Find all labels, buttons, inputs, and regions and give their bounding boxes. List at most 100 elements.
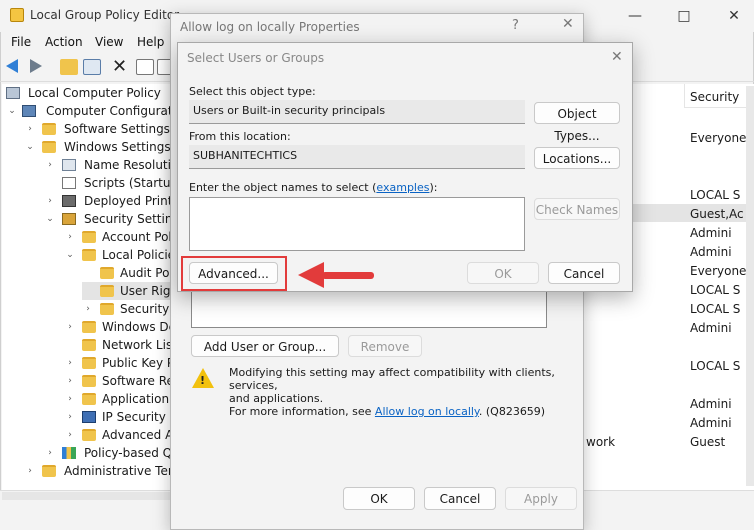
select-ok-button[interactable]: OK — [467, 262, 539, 284]
maximize-icon[interactable]: □ — [674, 6, 694, 26]
tree-item-ip-security[interactable]: › IP Security P — [64, 408, 177, 426]
collapsed-chevron-icon[interactable]: › — [44, 156, 56, 174]
select-cancel-button[interactable]: Cancel — [548, 262, 620, 284]
object-types-button[interactable]: Object Types... — [534, 102, 620, 143]
delete-icon[interactable]: ✕ — [112, 56, 127, 77]
menu-help[interactable]: Help — [137, 35, 164, 49]
allow-log-on-locally-link[interactable]: Allow log on locally — [375, 405, 479, 418]
location-field: SUBHANITECHTICS — [189, 145, 525, 169]
tree-item-audit-policy[interactable]: Audit Poli — [82, 264, 176, 282]
remove-button[interactable]: Remove — [348, 335, 422, 357]
collapsed-chevron-icon[interactable]: › — [64, 408, 76, 426]
menu-action[interactable]: Action — [45, 35, 83, 49]
tree-item-computer-configuration[interactable]: ⌄ Computer Configuratio — [6, 102, 183, 120]
help-icon[interactable]: ? — [512, 18, 519, 33]
folder-icon — [82, 231, 96, 243]
collapsed-chevron-icon[interactable]: › — [44, 444, 56, 462]
setting-value: LOCAL S — [690, 283, 741, 297]
properties-icon[interactable] — [136, 59, 154, 75]
tree-item-windows-defender[interactable]: › Windows De — [64, 318, 176, 336]
tree-item-advanced-audit[interactable]: › Advanced Au — [64, 426, 181, 444]
setting-value: Guest,Ac — [690, 207, 744, 221]
properties-close-icon[interactable]: ✕ — [562, 16, 574, 32]
vertical-scrollbar[interactable] — [746, 86, 754, 486]
folder-icon — [82, 321, 96, 333]
tree-label: Software Res — [102, 374, 181, 388]
object-names-label: Enter the object names to select (exampl… — [189, 181, 437, 194]
up-folder-icon[interactable] — [60, 59, 78, 75]
forward-icon[interactable] — [30, 59, 42, 73]
tree-item-software-settings[interactable]: › Software Settings — [24, 120, 172, 138]
warning-more-text: For more information, see — [229, 405, 372, 418]
tree-item-security-options[interactable]: › Security O — [82, 300, 182, 318]
menu-file[interactable]: File — [11, 35, 31, 49]
location-label: From this location: — [189, 130, 291, 143]
properties-cancel-button[interactable]: Cancel — [424, 487, 496, 510]
select-close-icon[interactable]: ✕ — [611, 49, 623, 65]
expanded-chevron-icon[interactable]: ⌄ — [24, 138, 36, 156]
security-icon — [62, 213, 76, 225]
collapsed-chevron-icon[interactable]: › — [64, 390, 76, 408]
tree-item-administrative-templates[interactable]: › Administrative Temp — [24, 462, 187, 480]
collapsed-chevron-icon[interactable]: › — [24, 120, 36, 138]
warning-code: . (Q823659) — [478, 405, 546, 418]
show-hide-tree-icon[interactable] — [83, 59, 101, 75]
warning-text: Modifying this setting may affect compat… — [229, 366, 559, 418]
names-label-end: ): — [429, 181, 438, 194]
tree-item-account-policies[interactable]: › Account Polic — [64, 228, 182, 246]
tree-item-software-restriction[interactable]: › Software Res — [64, 372, 180, 390]
gpedit-app-icon — [10, 8, 24, 22]
expanded-chevron-icon[interactable]: ⌄ — [6, 102, 18, 120]
tree-item-scripts[interactable]: Scripts (Startup/ — [44, 174, 182, 192]
object-names-input[interactable] — [189, 197, 525, 251]
tree-item-local-policies[interactable]: ⌄ Local Policies — [64, 246, 181, 264]
properties-ok-button[interactable]: OK — [343, 487, 415, 510]
menu-view[interactable]: View — [95, 35, 123, 49]
tree-label: Computer Configuratio — [46, 104, 184, 118]
tree-label: Software Settings — [64, 122, 170, 136]
tree-item-windows-settings[interactable]: ⌄ Windows Settings — [24, 138, 172, 156]
tree-item-deployed-printers[interactable]: › Deployed Printer — [44, 192, 185, 210]
tree-label: Network List — [102, 338, 177, 352]
folder-icon — [42, 465, 56, 477]
setting-value: Admini — [690, 397, 732, 411]
folder-icon — [42, 141, 56, 153]
policy-icon — [62, 159, 76, 171]
setting-value: Everyone — [690, 131, 747, 145]
tree-item-local-computer-policy[interactable]: Local Computer Policy — [6, 84, 172, 102]
folder-icon — [100, 267, 114, 279]
collapsed-chevron-icon[interactable]: › — [44, 192, 56, 210]
collapsed-chevron-icon[interactable]: › — [64, 354, 76, 372]
folder-icon — [100, 285, 114, 297]
back-icon[interactable] — [6, 59, 18, 73]
expanded-chevron-icon[interactable]: ⌄ — [44, 210, 56, 228]
check-names-button[interactable]: Check Names — [534, 198, 620, 220]
tree-item-name-resolution[interactable]: › Name Resolution — [44, 156, 186, 174]
setting-value: LOCAL S — [690, 359, 741, 373]
collapsed-chevron-icon[interactable]: › — [64, 228, 76, 246]
tree-item-policy-based-qos[interactable]: › Policy-based Qo — [44, 444, 179, 462]
setting-value: Admini — [690, 416, 732, 430]
tree-label: Policy-based Qo — [84, 446, 180, 460]
setting-value: Admini — [690, 321, 732, 335]
tree-item-network-list[interactable]: Network List — [64, 336, 177, 354]
tree-item-security-settings[interactable]: ⌄ Security Settings — [44, 210, 186, 228]
collapsed-chevron-icon[interactable]: › — [24, 462, 36, 480]
tree-label: IP Security P — [102, 410, 177, 424]
properties-apply-button[interactable]: Apply — [505, 487, 577, 510]
collapsed-chevron-icon[interactable]: › — [82, 300, 94, 318]
collapsed-chevron-icon[interactable]: › — [64, 426, 76, 444]
collapsed-chevron-icon[interactable]: › — [64, 318, 76, 336]
collapsed-chevron-icon[interactable]: › — [64, 372, 76, 390]
minimize-icon[interactable]: — — [625, 6, 645, 26]
locations-button[interactable]: Locations... — [534, 147, 620, 169]
examples-link[interactable]: examples — [376, 181, 429, 194]
tree-item-application-control[interactable]: › Application C — [64, 390, 181, 408]
close-icon[interactable]: ✕ — [724, 6, 744, 26]
tree-item-public-key[interactable]: › Public Key P — [64, 354, 174, 372]
expanded-chevron-icon[interactable]: ⌄ — [64, 246, 76, 264]
add-user-or-group-button[interactable]: Add User or Group... — [191, 335, 339, 357]
window-title: Local Group Policy Editor — [30, 8, 180, 22]
tree-item-user-rights[interactable]: User Right — [82, 282, 183, 300]
folder-icon — [82, 339, 96, 351]
